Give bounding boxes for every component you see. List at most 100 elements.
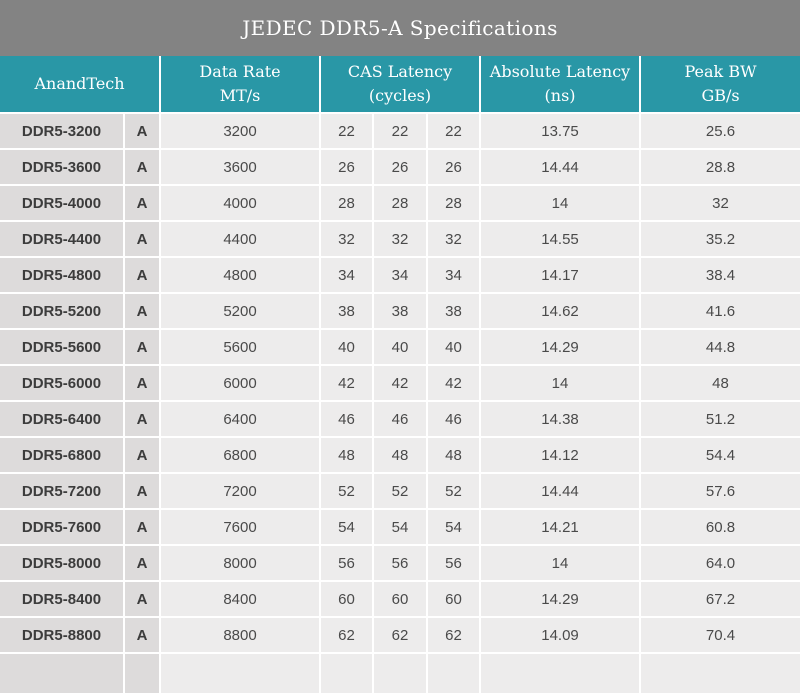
peak-bw-cell: 57.6 — [639, 472, 800, 510]
col-header-sublabel: GB/s — [701, 86, 740, 105]
absolute-latency-cell — [479, 652, 642, 694]
data-rate-cell — [159, 652, 322, 694]
table-row: DDR5-5600 A 5600 40 40 40 14.29 44.8 — [0, 328, 800, 366]
table-row: DDR5-8400 A 8400 60 60 60 14.29 67.2 — [0, 580, 800, 618]
cas-latency-cell: 62 — [319, 616, 375, 654]
peak-bw-cell: 38.4 — [639, 256, 800, 294]
data-rate-cell: 6000 — [159, 364, 322, 402]
data-rate-cell: 8800 — [159, 616, 322, 654]
cas-latency-cell: 42 — [319, 364, 375, 402]
table-row: DDR5-6000 A 6000 42 42 42 14 48 — [0, 364, 800, 402]
data-rate-cell: 4400 — [159, 220, 322, 258]
page-title: JEDEC DDR5-A Specifications — [242, 16, 558, 40]
data-rate-cell: 4000 — [159, 184, 322, 222]
absolute-latency-cell: 14.29 — [479, 580, 642, 618]
row-label: DDR5-4400 — [0, 220, 125, 258]
col-header-peak-bw: Peak BW GB/s — [639, 55, 800, 114]
absolute-latency-cell: 14.12 — [479, 436, 642, 474]
cas-latency-cell: 40 — [319, 328, 375, 366]
cas-latency-cell: 40 — [372, 328, 429, 366]
cas-latency-cell: 60 — [319, 580, 375, 618]
peak-bw-cell: 67.2 — [639, 580, 800, 618]
data-rate-cell: 6800 — [159, 436, 322, 474]
cas-latency-cell: 60 — [372, 580, 429, 618]
cas-latency-cell: 52 — [426, 472, 482, 510]
table-row: DDR5-6400 A 6400 46 46 46 14.38 51.2 — [0, 400, 800, 438]
row-label: DDR5-5600 — [0, 328, 125, 366]
cas-latency-cell: 32 — [426, 220, 482, 258]
col-header-data-rate: Data Rate MT/s — [159, 55, 322, 114]
row-label: DDR5-6000 — [0, 364, 125, 402]
peak-bw-cell: 54.4 — [639, 436, 800, 474]
cas-latency-cell: 62 — [372, 616, 429, 654]
col-header-label: Absolute Latency — [489, 62, 631, 81]
absolute-latency-cell: 13.75 — [479, 112, 642, 150]
cas-latency-cell: 54 — [319, 508, 375, 546]
cas-latency-cell: 54 — [372, 508, 429, 546]
row-variant: A — [122, 508, 162, 546]
cas-latency-cell: 54 — [426, 508, 482, 546]
ddr5-spec-table: AnandTech Data Rate MT/s CAS Latency (cy… — [0, 55, 800, 694]
peak-bw-cell — [639, 652, 800, 694]
row-variant: A — [122, 544, 162, 582]
row-variant — [122, 652, 162, 694]
cas-latency-cell: 42 — [372, 364, 429, 402]
table-row: DDR5-4000 A 4000 28 28 28 14 32 — [0, 184, 800, 222]
cas-latency-cell: 26 — [426, 148, 482, 186]
cas-latency-cell: 32 — [372, 220, 429, 258]
cas-latency-cell: 38 — [426, 292, 482, 330]
cas-latency-cell: 28 — [372, 184, 429, 222]
cas-latency-cell: 34 — [426, 256, 482, 294]
table-row: DDR5-8800 A 8800 62 62 62 14.09 70.4 — [0, 616, 800, 654]
col-header-sublabel: (cycles) — [368, 86, 432, 105]
table-row: DDR5-7200 A 7200 52 52 52 14.44 57.6 — [0, 472, 800, 510]
row-variant: A — [122, 184, 162, 222]
cas-latency-cell: 56 — [319, 544, 375, 582]
row-variant: A — [122, 328, 162, 366]
row-variant: A — [122, 472, 162, 510]
data-rate-cell: 8000 — [159, 544, 322, 582]
cas-latency-cell: 46 — [426, 400, 482, 438]
cas-latency-cell: 46 — [319, 400, 375, 438]
table-row: DDR5-4400 A 4400 32 32 32 14.55 35.2 — [0, 220, 800, 258]
peak-bw-cell: 48 — [639, 364, 800, 402]
row-variant: A — [122, 148, 162, 186]
cas-latency-cell: 48 — [319, 436, 375, 474]
col-header-label: CAS Latency — [347, 62, 453, 81]
cas-latency-cell: 42 — [426, 364, 482, 402]
data-rate-cell: 7600 — [159, 508, 322, 546]
row-label: DDR5-7600 — [0, 508, 125, 546]
table-row: DDR5-6800 A 6800 48 48 48 14.12 54.4 — [0, 436, 800, 474]
cas-latency-cell: 32 — [319, 220, 375, 258]
absolute-latency-cell: 14 — [479, 544, 642, 582]
row-variant: A — [122, 256, 162, 294]
row-label: DDR5-4800 — [0, 256, 125, 294]
col-header-anandtech: AnandTech — [0, 55, 162, 114]
cas-latency-cell: 34 — [372, 256, 429, 294]
cas-latency-cell — [319, 652, 375, 694]
data-rate-cell: 6400 — [159, 400, 322, 438]
cas-latency-cell: 48 — [426, 436, 482, 474]
col-header-label: Data Rate — [199, 62, 281, 81]
absolute-latency-cell: 14.55 — [479, 220, 642, 258]
absolute-latency-cell: 14.21 — [479, 508, 642, 546]
row-label: DDR5-3200 — [0, 112, 125, 150]
cas-latency-cell: 52 — [319, 472, 375, 510]
absolute-latency-cell: 14.62 — [479, 292, 642, 330]
spec-table-page: JEDEC DDR5-A Specifications AnandTech Da… — [0, 0, 800, 694]
table-row: DDR5-8000 A 8000 56 56 56 14 64.0 — [0, 544, 800, 582]
row-label: DDR5-3600 — [0, 148, 125, 186]
row-variant: A — [122, 292, 162, 330]
row-label: DDR5-5200 — [0, 292, 125, 330]
table-row: DDR5-3200 A 3200 22 22 22 13.75 25.6 — [0, 112, 800, 150]
absolute-latency-cell: 14.29 — [479, 328, 642, 366]
row-variant: A — [122, 616, 162, 654]
cas-latency-cell: 38 — [372, 292, 429, 330]
absolute-latency-cell: 14.44 — [479, 472, 642, 510]
row-label — [0, 652, 125, 694]
cas-latency-cell: 22 — [372, 112, 429, 150]
row-variant: A — [122, 436, 162, 474]
cas-latency-cell: 52 — [372, 472, 429, 510]
table-row: DDR5-7600 A 7600 54 54 54 14.21 60.8 — [0, 508, 800, 546]
cas-latency-cell: 48 — [372, 436, 429, 474]
